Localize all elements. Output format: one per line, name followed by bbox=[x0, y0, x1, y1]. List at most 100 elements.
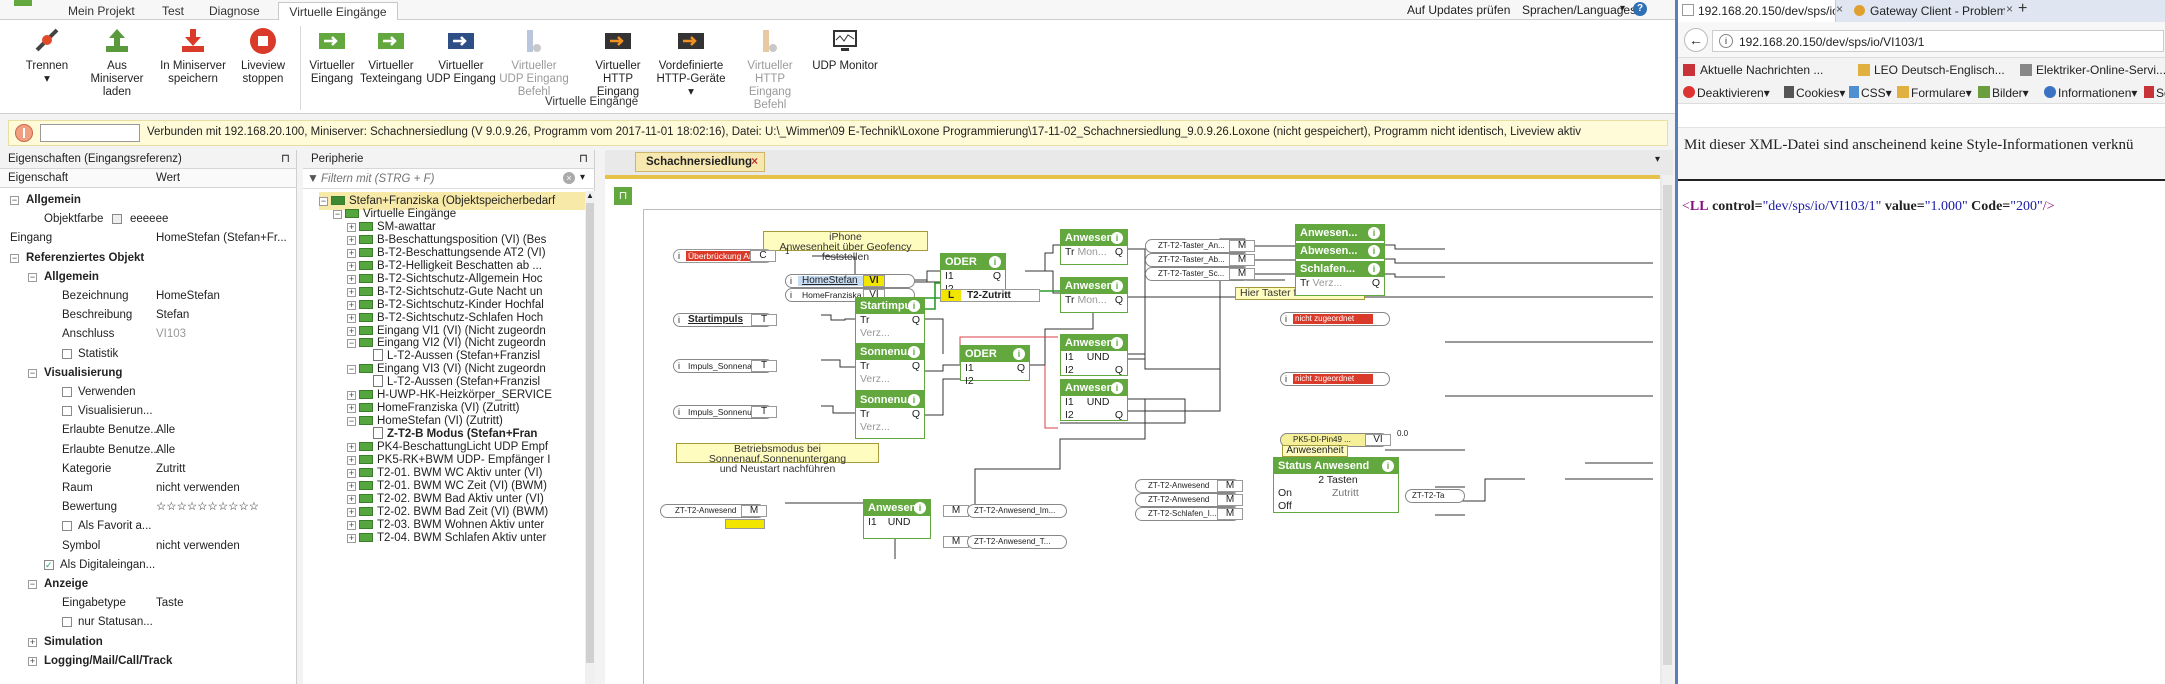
property-value[interactable]: nicht verwenden bbox=[156, 479, 240, 498]
collapse-icon[interactable]: − bbox=[333, 209, 342, 219]
property-row[interactable]: Raum nicht verwenden bbox=[0, 479, 297, 498]
startimpuls-block[interactable]: Startimpuls i Tr Q Verz... bbox=[855, 297, 925, 345]
filter-clear-icon[interactable]: × bbox=[563, 172, 575, 184]
virtual-http-input-button[interactable]: Virtueller HTTP Eingang bbox=[583, 26, 653, 99]
canvas-scrollbar[interactable] bbox=[1662, 175, 1673, 684]
virtual-udp-input-button[interactable]: Virtueller UDP Eingang bbox=[426, 26, 496, 86]
property-row[interactable]: Bewertung ☆☆☆☆☆☆☆☆☆☆ bbox=[0, 498, 297, 517]
property-value[interactable]: ☆☆☆☆☆☆☆☆☆☆ bbox=[156, 498, 259, 517]
load-from-miniserver-button[interactable]: Aus Miniserver laden bbox=[82, 26, 152, 99]
tab-list-dropdown-icon[interactable]: ▾ bbox=[1655, 154, 1660, 165]
property-value[interactable]: Stefan bbox=[156, 306, 189, 325]
toolbar-so[interactable]: So bbox=[2156, 83, 2165, 103]
info-icon[interactable]: i bbox=[1382, 460, 1394, 472]
tree-scrollbar-up-icon[interactable]: ▲ bbox=[586, 191, 594, 200]
collapse-icon[interactable]: − bbox=[28, 580, 37, 589]
toolbar-deaktivieren[interactable]: Deaktivieren▾ bbox=[1697, 83, 1770, 103]
property-value[interactable]: Alle bbox=[156, 441, 175, 460]
property-value[interactable]: nicht verwenden bbox=[156, 537, 240, 556]
canvas-scrollbar-thumb[interactable] bbox=[1663, 185, 1672, 665]
nicht-zugeordnet-2[interactable]: i nicht zugeordnet bbox=[1280, 372, 1390, 386]
virtual-http-command-button[interactable]: Virtueller HTTP Eingang Befehl bbox=[735, 26, 805, 112]
betriebsmodus-comment[interactable]: Betriebsmodus bei Sonnenauf,Sonnenunterg… bbox=[676, 443, 879, 474]
address-bar[interactable]: i 192.168.20.150/dev/sps/io/VI103/1 bbox=[1712, 30, 2164, 52]
property-row[interactable]: Als Favorit a... bbox=[0, 517, 297, 536]
property-row[interactable]: Erlaubte Benutze... Alle bbox=[0, 421, 297, 440]
collapse-icon[interactable]: − bbox=[347, 339, 356, 349]
language-link[interactable]: Sprachen/Languages bbox=[1522, 3, 1636, 17]
tree-scrollbar[interactable]: ▲ bbox=[585, 191, 595, 684]
zt-anwesend-t-output[interactable]: ZT-T2-Anwesend_T... bbox=[967, 535, 1067, 549]
tree-scrollbar-thumb[interactable] bbox=[586, 203, 594, 663]
close-icon[interactable]: × bbox=[751, 153, 758, 171]
info-icon[interactable]: i bbox=[914, 502, 926, 514]
property-group[interactable]: − Visualisierung bbox=[0, 364, 297, 383]
tree-item[interactable]: + T2-04. BWM Schlafen Aktiv unter bbox=[347, 529, 585, 547]
save-to-miniserver-button[interactable]: In Miniserver speichern bbox=[158, 26, 228, 86]
collapse-icon[interactable]: − bbox=[319, 197, 328, 206]
udp-monitor-button[interactable]: UDP Monitor bbox=[810, 26, 880, 73]
anwesen-block-bottom[interactable]: Anwesen... i I1 UND bbox=[863, 499, 931, 539]
property-row[interactable]: Statistik bbox=[0, 345, 297, 364]
property-group[interactable]: + Logging/Mail/Call/Track bbox=[0, 652, 297, 671]
info-icon[interactable]: i bbox=[989, 256, 1001, 268]
anwesen-abwesen-block[interactable]: Anwesen... i Abwesen... i Schlafen... i Tr … bbox=[1295, 224, 1385, 296]
property-row[interactable]: nur Statusan... bbox=[0, 613, 297, 632]
anwesend-block-1[interactable]: Anwesend i Tr Mon... Q bbox=[1060, 229, 1128, 265]
liveview-stop-button[interactable]: Liveview stoppen bbox=[228, 26, 298, 86]
language-dropdown-icon[interactable]: ▾ bbox=[1620, 3, 1625, 14]
close-icon[interactable]: × bbox=[1836, 2, 1843, 16]
tab-diagnose[interactable]: Diagnose bbox=[201, 2, 268, 20]
anwesend-block-4[interactable]: Anwesend i I1 UND I2 Q bbox=[1060, 379, 1128, 421]
bookmark-nachrichten[interactable]: Aktuelle Nachrichten ... bbox=[1700, 60, 1823, 80]
expand-icon[interactable]: + bbox=[28, 637, 37, 647]
status-search-input[interactable] bbox=[40, 124, 140, 142]
property-value[interactable]: Taste bbox=[156, 594, 184, 613]
info-icon[interactable]: i bbox=[1111, 280, 1123, 292]
nicht-zugeordnet-1[interactable]: i nicht zugeordnet bbox=[1280, 312, 1390, 326]
browser-tab-active[interactable]: 192.168.20.150/dev/sps/io/VI... bbox=[1678, 0, 1836, 22]
property-value[interactable]: Alle bbox=[156, 421, 175, 440]
property-row[interactable]: Eingang HomeStefan (Stefan+Fr... bbox=[0, 229, 297, 248]
sonnenuntergang-block-1[interactable]: Sonnenu... i Tr Q Verz... bbox=[855, 343, 925, 391]
info-icon[interactable]: i bbox=[1368, 263, 1380, 275]
info-icon[interactable]: i bbox=[908, 346, 920, 358]
document-tab[interactable]: Schachnersiedlung × bbox=[635, 152, 765, 172]
diagram-canvas[interactable]: ⊓ iPhone Anwesenheit über Geofency fests… bbox=[605, 175, 1663, 684]
tab-mein-projekt[interactable]: Mein Projekt bbox=[60, 2, 143, 20]
info-icon[interactable]: i bbox=[1013, 348, 1025, 360]
browser-tab-gateway[interactable]: Gateway Client - Problem m... bbox=[1850, 0, 2005, 22]
oder-block-bottom[interactable]: ODER i I1 Q I2 bbox=[960, 345, 1030, 387]
checkbox[interactable] bbox=[62, 387, 72, 397]
property-row[interactable]: Kategorie Zutritt bbox=[0, 460, 297, 479]
checkbox[interactable] bbox=[62, 406, 72, 417]
status-anwesend-block[interactable]: Status Anwesend i 2 Tasten On Zutritt Off bbox=[1273, 457, 1399, 513]
tab-test[interactable]: Test bbox=[154, 2, 192, 20]
property-row[interactable]: Eingabetype Taste bbox=[0, 594, 297, 613]
color-swatch-icon[interactable] bbox=[112, 214, 122, 225]
filter-input[interactable] bbox=[321, 171, 561, 187]
property-group[interactable]: − Anzeige bbox=[0, 575, 297, 594]
property-row[interactable]: Anschluss VI103 bbox=[0, 325, 297, 344]
toolbar-formulare[interactable]: Formulare▾ bbox=[1911, 83, 1972, 103]
bookmark-leo[interactable]: LEO Deutsch-Englisch... bbox=[1874, 60, 2005, 80]
property-group[interactable]: − Allgemein bbox=[0, 191, 297, 210]
filter-dropdown-icon[interactable]: ▾ bbox=[580, 172, 585, 183]
toolbar-bilder[interactable]: Bilder▾ bbox=[1992, 83, 2029, 103]
checkbox[interactable]: ✓ bbox=[44, 559, 54, 570]
checkbox[interactable] bbox=[62, 348, 72, 359]
zt-ta-output[interactable]: ZT-T2-Ta bbox=[1405, 489, 1465, 503]
virtual-udp-command-button[interactable]: Virtueller UDP Eingang Befehl bbox=[499, 26, 569, 99]
property-row[interactable]: Visualisierun... bbox=[0, 402, 297, 421]
virtual-text-input-button[interactable]: Virtueller Texteingang bbox=[356, 26, 426, 86]
property-value[interactable]: eeeeee bbox=[130, 210, 168, 229]
property-value[interactable]: HomeStefan bbox=[156, 287, 220, 306]
toolbar-informationen[interactable]: Informationen▾ bbox=[2058, 83, 2137, 103]
property-row[interactable]: Bezeichnung HomeStefan bbox=[0, 287, 297, 306]
property-value[interactable]: VI103 bbox=[156, 325, 186, 344]
collapse-icon[interactable]: − bbox=[347, 365, 356, 375]
info-icon[interactable]: i bbox=[1111, 382, 1123, 394]
zt-anwesend-im-output[interactable]: ZT-T2-Anwesend_Im... bbox=[967, 504, 1067, 518]
property-value[interactable]: HomeStefan (Stefan+Fr... bbox=[156, 229, 287, 248]
property-row[interactable]: ✓ Als Digitaleingan... bbox=[0, 556, 297, 575]
